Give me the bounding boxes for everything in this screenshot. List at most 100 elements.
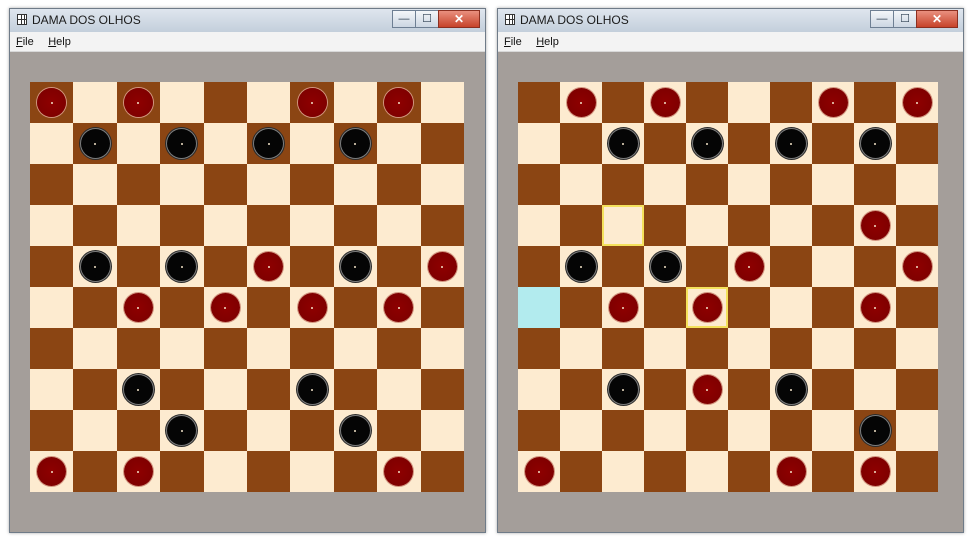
board-square[interactable] — [30, 328, 74, 369]
board-square[interactable] — [728, 328, 770, 369]
board-square[interactable] — [854, 164, 896, 205]
board-square[interactable] — [896, 328, 938, 369]
board-square[interactable] — [290, 328, 334, 369]
board-square[interactable] — [602, 287, 644, 328]
board-square[interactable] — [377, 205, 421, 246]
board-square[interactable] — [247, 205, 291, 246]
board-square[interactable] — [518, 82, 560, 123]
board-square[interactable] — [770, 82, 812, 123]
board-square[interactable] — [644, 123, 686, 164]
maximize-button[interactable]: ☐ — [893, 10, 917, 28]
board-square[interactable] — [73, 451, 117, 492]
minimize-button[interactable]: — — [870, 10, 894, 28]
board-square[interactable] — [770, 246, 812, 287]
board-square[interactable] — [203, 369, 247, 410]
red-piece[interactable] — [818, 88, 848, 117]
board-square[interactable] — [290, 410, 334, 451]
board-square[interactable] — [290, 287, 334, 328]
board-square[interactable] — [30, 123, 74, 164]
board-square[interactable] — [686, 246, 728, 287]
board-square[interactable] — [333, 246, 378, 287]
board-square[interactable] — [770, 205, 812, 246]
board-square[interactable] — [854, 123, 896, 164]
board-square[interactable] — [247, 164, 291, 205]
board-square[interactable] — [854, 287, 896, 328]
board-square[interactable] — [247, 287, 291, 328]
board-square[interactable] — [333, 82, 378, 123]
board-square[interactable] — [686, 164, 728, 205]
board-square[interactable] — [203, 287, 247, 328]
black-piece[interactable] — [167, 252, 197, 281]
board-square[interactable] — [896, 164, 938, 205]
board-square[interactable] — [203, 82, 247, 123]
board-square[interactable] — [812, 82, 854, 123]
board-square[interactable] — [333, 410, 378, 451]
red-piece[interactable] — [860, 293, 890, 322]
red-piece[interactable] — [427, 252, 457, 281]
board-square[interactable] — [728, 205, 770, 246]
board-square[interactable] — [203, 410, 247, 451]
board-square[interactable] — [420, 123, 464, 164]
board-square[interactable] — [30, 369, 74, 410]
board-square[interactable] — [728, 164, 770, 205]
menu-file[interactable]: File — [10, 33, 38, 52]
black-piece[interactable] — [860, 416, 890, 445]
red-piece[interactable] — [566, 88, 596, 117]
red-piece[interactable] — [123, 457, 153, 486]
board-square[interactable] — [420, 246, 464, 287]
board-square[interactable] — [560, 287, 602, 328]
board-square[interactable] — [812, 369, 854, 410]
black-piece[interactable] — [340, 416, 370, 445]
board-square[interactable] — [728, 451, 770, 492]
board-square[interactable] — [377, 328, 421, 369]
black-piece[interactable] — [167, 416, 197, 445]
board-square[interactable] — [377, 451, 421, 492]
red-piece[interactable] — [734, 252, 764, 281]
board-square[interactable] — [854, 82, 896, 123]
board-square[interactable] — [290, 246, 334, 287]
board-square[interactable] — [73, 287, 117, 328]
close-button[interactable]: ✕ — [916, 10, 958, 28]
board-square[interactable] — [333, 164, 378, 205]
board-square[interactable] — [602, 410, 644, 451]
black-piece[interactable] — [608, 129, 638, 158]
board-square[interactable] — [812, 205, 854, 246]
board-square[interactable] — [770, 164, 812, 205]
board-square[interactable] — [420, 410, 464, 451]
board-square[interactable] — [644, 328, 686, 369]
board-square[interactable] — [896, 410, 938, 451]
board-square[interactable] — [116, 82, 161, 123]
board-square[interactable] — [896, 123, 938, 164]
menu-file[interactable]: File — [498, 33, 526, 52]
black-piece[interactable] — [566, 252, 596, 281]
board-square[interactable] — [420, 205, 464, 246]
board-square[interactable] — [560, 451, 602, 492]
black-piece[interactable] — [80, 252, 110, 281]
board-square[interactable] — [377, 287, 421, 328]
board-square[interactable] — [812, 451, 854, 492]
close-button[interactable]: ✕ — [438, 10, 480, 28]
board-square[interactable] — [160, 410, 204, 451]
board-square[interactable] — [30, 82, 74, 123]
title-bar[interactable]: DAMA DOS OLHOS — ☐ ✕ — [498, 9, 963, 33]
board-square[interactable] — [560, 205, 602, 246]
board-square[interactable] — [247, 328, 291, 369]
board-square[interactable] — [896, 246, 938, 287]
board-square[interactable] — [290, 369, 334, 410]
board-square[interactable] — [686, 410, 728, 451]
board-square[interactable] — [644, 369, 686, 410]
board-square[interactable] — [644, 82, 686, 123]
board-square[interactable] — [728, 369, 770, 410]
board-square-target[interactable] — [518, 287, 560, 328]
board-square[interactable] — [728, 82, 770, 123]
board-square[interactable] — [602, 451, 644, 492]
board-square[interactable] — [30, 205, 74, 246]
board-square[interactable] — [247, 123, 291, 164]
red-piece[interactable] — [37, 88, 67, 117]
board-square[interactable] — [560, 123, 602, 164]
black-piece[interactable] — [650, 252, 680, 281]
board-square[interactable] — [854, 205, 896, 246]
board-square[interactable] — [290, 82, 334, 123]
board-square[interactable] — [686, 451, 728, 492]
board-square[interactable] — [770, 287, 812, 328]
